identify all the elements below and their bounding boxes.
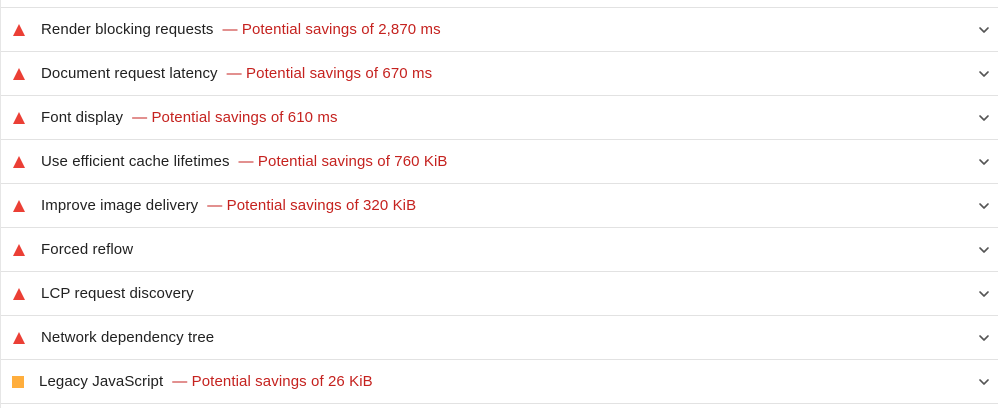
audit-row-image-delivery[interactable]: Improve image delivery — Potential savin… [1,184,998,228]
chevron-down-icon[interactable] [978,376,990,388]
audit-list: Render blocking requests — Potential sav… [0,0,998,408]
average-square-icon [1,360,39,404]
fail-triangle-icon [1,8,41,52]
audit-row-lcp-discovery[interactable]: LCP request discovery [1,272,998,316]
audit-title: Font display [41,109,124,126]
audit-row-forced-reflow[interactable]: Forced reflow [1,228,998,272]
audit-savings: — Potential savings of 2,870 ms [222,21,441,38]
fail-triangle-icon [1,140,41,184]
audit-row-cache-lifetimes[interactable]: Use efficient cache lifetimes — Potentia… [1,140,998,184]
audit-title: Improve image delivery [41,197,199,214]
audit-savings: — Potential savings of 320 KiB [207,197,417,214]
audit-row-network-dependency[interactable]: Network dependency tree [1,316,998,360]
audit-row-font-display[interactable]: Font display — Potential savings of 610 … [1,96,998,140]
audit-savings: — Potential savings of 610 ms [132,109,338,126]
chevron-down-icon[interactable] [978,332,990,344]
audit-title: Use efficient cache lifetimes [41,153,230,170]
fail-triangle-icon [1,52,41,96]
audit-title: Forced reflow [41,241,134,258]
audit-row-legacy-javascript[interactable]: Legacy JavaScript — Potential savings of… [1,360,998,404]
chevron-down-icon[interactable] [978,244,990,256]
audit-savings: — Potential savings of 26 KiB [172,373,373,390]
audit-title: Document request latency [41,65,218,82]
fail-triangle-icon [1,272,41,316]
audit-title: Network dependency tree [41,329,215,346]
fail-triangle-icon [1,228,41,272]
fail-triangle-icon [1,96,41,140]
audit-row-document-latency[interactable]: Document request latency — Potential sav… [1,52,998,96]
audit-title: Render blocking requests [41,21,214,38]
chevron-down-icon[interactable] [978,156,990,168]
audit-savings: — Potential savings of 670 ms [226,65,433,82]
audit-row-render-blocking[interactable]: Render blocking requests — Potential sav… [1,8,998,52]
chevron-down-icon[interactable] [978,112,990,124]
chevron-down-icon[interactable] [978,68,990,80]
chevron-down-icon[interactable] [978,288,990,300]
audit-title: Legacy JavaScript [39,373,164,390]
chevron-down-icon[interactable] [978,200,990,212]
chevron-down-icon[interactable] [978,24,990,36]
fail-triangle-icon [1,316,41,360]
audit-savings: — Potential savings of 760 KiB [238,153,448,170]
audit-title: LCP request discovery [41,285,194,302]
fail-triangle-icon [1,184,41,228]
